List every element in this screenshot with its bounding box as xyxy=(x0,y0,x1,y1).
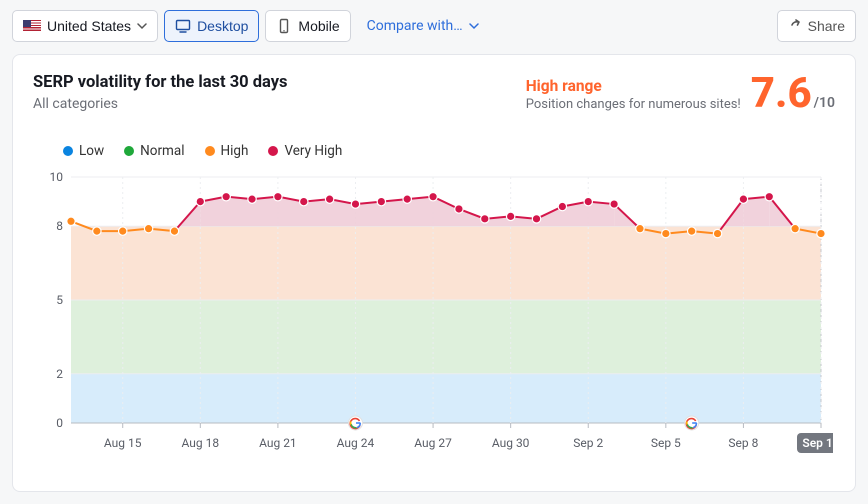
chart-point[interactable] xyxy=(300,197,308,205)
svg-text:Sep 8: Sep 8 xyxy=(728,436,758,450)
range-subtext: Position changes for numerous sites! xyxy=(526,97,741,112)
legend-label: Very High xyxy=(284,143,342,159)
chart-svg: 0 2 5 8 10 Aug 15 Aug 18 Aug 21 Aug 24 Aug 27 Aug … xyxy=(33,165,833,465)
legend-dot xyxy=(124,146,134,156)
chart-point[interactable] xyxy=(119,227,127,235)
chart-point[interactable] xyxy=(713,229,721,237)
legend-item[interactable]: Low xyxy=(63,143,104,159)
mobile-icon xyxy=(276,18,292,34)
chart-point[interactable] xyxy=(170,227,178,235)
google-update-icon xyxy=(685,416,699,430)
chart-point[interactable] xyxy=(610,200,618,208)
chart-point[interactable] xyxy=(67,217,75,225)
chart-point[interactable] xyxy=(817,229,825,237)
svg-text:Aug 30: Aug 30 xyxy=(492,436,530,450)
svg-text:Aug 18: Aug 18 xyxy=(182,436,220,450)
chart-point[interactable] xyxy=(351,200,359,208)
chart-point[interactable] xyxy=(506,212,514,220)
legend-label: High xyxy=(221,143,249,159)
svg-text:5: 5 xyxy=(56,293,63,307)
volatility-card: SERP volatility for the last 30 days All… xyxy=(12,54,856,492)
chart-point[interactable] xyxy=(403,195,411,203)
chart-point[interactable] xyxy=(222,192,230,200)
svg-text:Sep 5: Sep 5 xyxy=(651,436,681,450)
legend-dot xyxy=(205,146,215,156)
card-subtitle: All categories xyxy=(33,96,288,112)
chart-point[interactable] xyxy=(248,195,256,203)
svg-text:2: 2 xyxy=(56,367,63,381)
chart-point[interactable] xyxy=(93,227,101,235)
chart-point[interactable] xyxy=(429,192,437,200)
legend-label: Low xyxy=(79,143,104,159)
chevron-down-icon xyxy=(137,21,147,31)
legend-item[interactable]: Very High xyxy=(268,143,342,159)
desktop-icon xyxy=(175,18,191,34)
chart-point[interactable] xyxy=(532,215,540,223)
legend-label: Normal xyxy=(140,143,184,159)
toolbar: United States Desktop Mobile Compare wit… xyxy=(12,10,856,42)
svg-text:0: 0 xyxy=(56,416,63,430)
country-label: United States xyxy=(47,18,131,34)
chart-legend: Low Normal High Very High xyxy=(63,143,835,159)
legend-item[interactable]: High xyxy=(205,143,249,159)
chart-point[interactable] xyxy=(144,224,152,232)
share-icon xyxy=(788,19,802,33)
chart-point[interactable] xyxy=(662,229,670,237)
google-update-icon xyxy=(348,416,362,430)
compare-label: Compare with… xyxy=(367,18,463,34)
range-block: High range Position changes for numerous… xyxy=(526,73,835,115)
chevron-down-icon xyxy=(469,21,479,31)
flag-us-icon xyxy=(23,20,41,32)
card-title: SERP volatility for the last 30 days xyxy=(33,73,288,92)
chart[interactable]: 0 2 5 8 10 Aug 15 Aug 18 Aug 21 Aug 24 Aug 27 Aug … xyxy=(33,165,835,471)
svg-text:Aug 27: Aug 27 xyxy=(414,436,452,450)
device-tab-mobile-label: Mobile xyxy=(298,18,339,34)
svg-text:Aug 21: Aug 21 xyxy=(259,436,297,450)
volatility-score-denom: /10 xyxy=(814,95,835,111)
share-button[interactable]: Share xyxy=(777,10,856,42)
legend-dot xyxy=(63,146,73,156)
chart-point[interactable] xyxy=(739,195,747,203)
chart-point[interactable] xyxy=(636,224,644,232)
share-label: Share xyxy=(808,18,845,34)
device-tab-mobile[interactable]: Mobile xyxy=(265,10,350,42)
chart-point[interactable] xyxy=(455,205,463,213)
country-selector[interactable]: United States xyxy=(12,10,158,42)
svg-text:8: 8 xyxy=(56,219,63,233)
device-tab-desktop-label: Desktop xyxy=(197,18,248,34)
chart-point[interactable] xyxy=(687,227,695,235)
svg-text:Aug 15: Aug 15 xyxy=(104,436,142,450)
legend-item[interactable]: Normal xyxy=(124,143,184,159)
volatility-score: 7.6 xyxy=(751,69,812,118)
chart-point[interactable] xyxy=(481,215,489,223)
legend-dot xyxy=(268,146,278,156)
app-root: United States Desktop Mobile Compare wit… xyxy=(0,0,868,504)
chart-point[interactable] xyxy=(765,192,773,200)
svg-text:Sep 2: Sep 2 xyxy=(573,436,603,450)
chart-point[interactable] xyxy=(791,224,799,232)
svg-text:Sep 11: Sep 11 xyxy=(802,436,833,450)
svg-text:Aug 24: Aug 24 xyxy=(337,436,375,450)
range-label: High range xyxy=(526,77,741,95)
device-tab-desktop[interactable]: Desktop xyxy=(164,10,259,42)
chart-point[interactable] xyxy=(325,195,333,203)
chart-point[interactable] xyxy=(377,197,385,205)
compare-with-link[interactable]: Compare with… xyxy=(367,18,479,34)
card-header: SERP volatility for the last 30 days All… xyxy=(33,73,835,115)
chart-point[interactable] xyxy=(274,192,282,200)
chart-point[interactable] xyxy=(558,202,566,210)
svg-text:10: 10 xyxy=(50,170,64,184)
chart-point[interactable] xyxy=(584,197,592,205)
chart-point[interactable] xyxy=(196,197,204,205)
